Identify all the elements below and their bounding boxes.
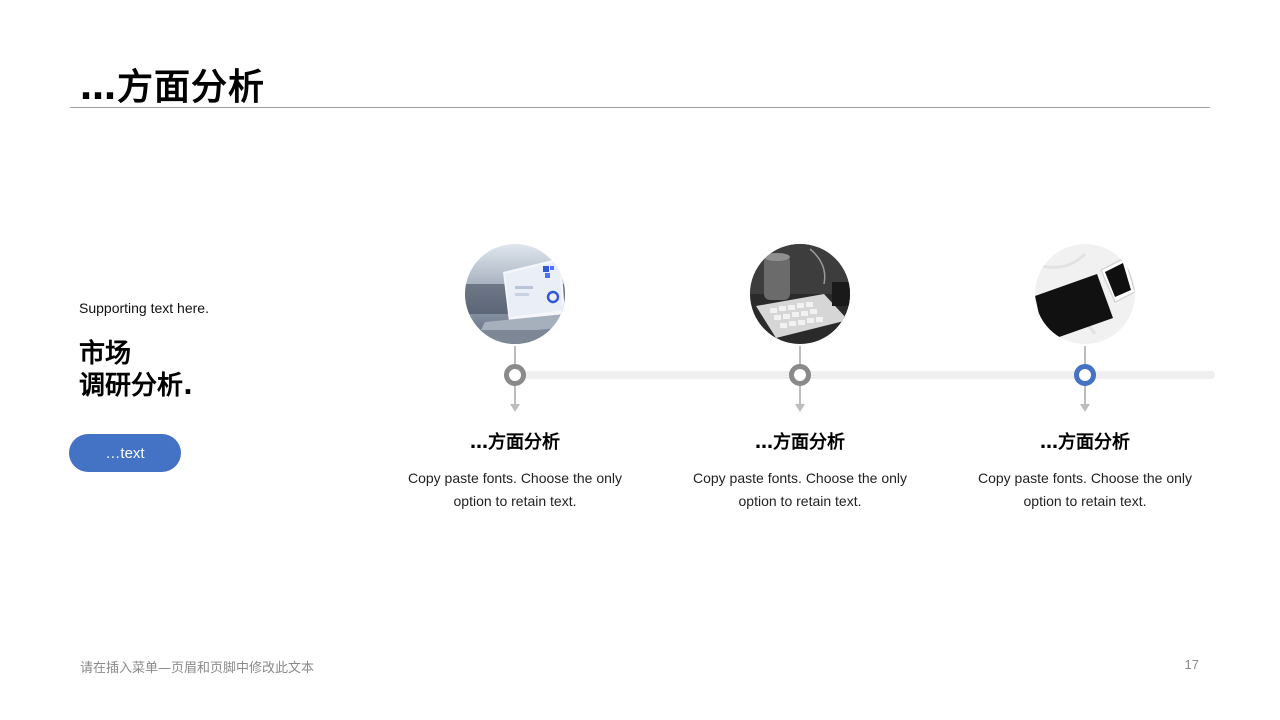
headline-line-1: 市场: [79, 339, 132, 369]
timeline-node[interactable]: [504, 364, 526, 386]
connector-line: [1084, 386, 1086, 406]
step-description: Copy paste fonts. Choose the only option…: [692, 470, 908, 509]
arrow-down-icon: [510, 404, 520, 412]
smartphone-desk-image: [1035, 244, 1135, 344]
connector-line: [514, 346, 516, 366]
timeline-node[interactable]: [789, 364, 811, 386]
footer-text: 请在插入菜单—页眉和页脚中修改此文本: [80, 661, 315, 676]
connector-line: [799, 346, 801, 366]
timeline-node-active[interactable]: [1074, 364, 1096, 386]
step-title: …方面分析: [1040, 432, 1130, 453]
step-title: …方面分析: [470, 432, 560, 453]
text-button[interactable]: …text: [69, 434, 181, 472]
headline: 市场 调研分析.: [79, 338, 339, 402]
keyboard-desk-image: [750, 244, 850, 344]
connector-line: [514, 386, 516, 406]
connector-line: [1084, 346, 1086, 366]
smartphone-desk-photo: [1035, 244, 1135, 344]
slide-title: …方面分析: [80, 67, 266, 108]
step-description: Copy paste fonts. Choose the only option…: [407, 470, 623, 509]
title-divider: [70, 107, 1210, 108]
keyboard-desk-photo: [750, 244, 850, 344]
laptop-dashboard-photo: [465, 244, 565, 344]
laptop-dashboard-image: [465, 244, 565, 344]
headline-line-2: 调研分析.: [79, 371, 193, 401]
connector-line: [799, 386, 801, 406]
left-panel: Supporting text here. 市场 调研分析.: [79, 300, 339, 402]
step-title: …方面分析: [755, 432, 845, 453]
arrow-down-icon: [795, 404, 805, 412]
timeline-track: [515, 371, 1215, 379]
step-description: Copy paste fonts. Choose the only option…: [977, 470, 1193, 509]
supporting-text: Supporting text here.: [79, 300, 209, 316]
arrow-down-icon: [1080, 404, 1090, 412]
page-number: 17: [1184, 657, 1199, 672]
